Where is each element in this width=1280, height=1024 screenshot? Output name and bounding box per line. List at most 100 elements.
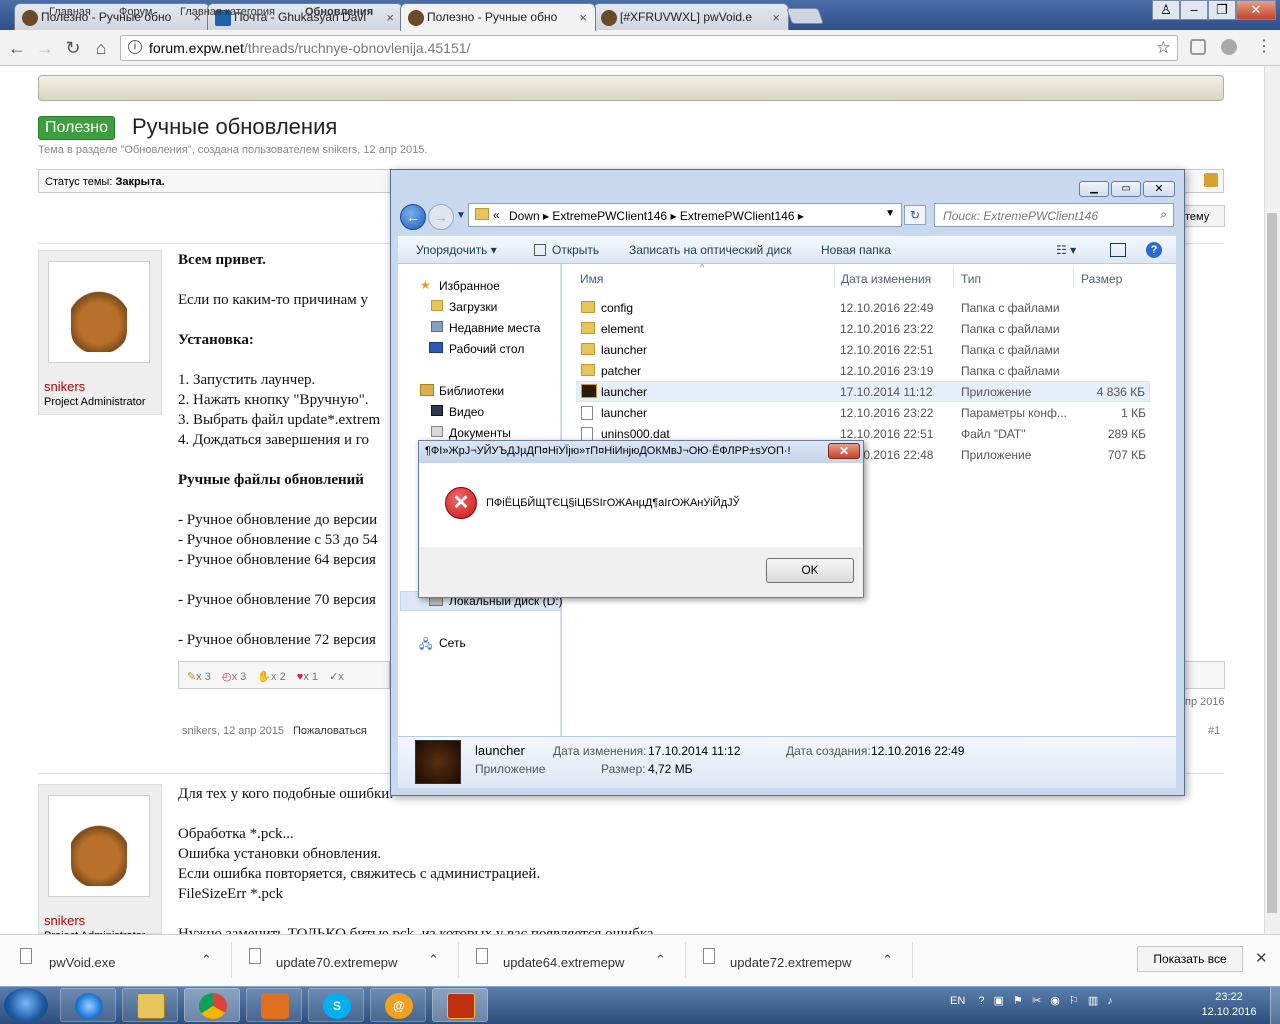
nav-favorites[interactable]: Избранное	[439, 279, 500, 293]
avatar[interactable]	[48, 261, 150, 363]
taskbar-media[interactable]	[246, 988, 302, 1022]
breadcrumb-home[interactable]: Главная	[49, 6, 91, 18]
minimize-icon[interactable]: –	[1180, 0, 1208, 20]
chevron-up-icon[interactable]: ⌃	[428, 952, 439, 968]
restore-icon[interactable]: ❐	[1208, 0, 1236, 20]
refresh-icon[interactable]: ↻	[904, 205, 926, 225]
post-link[interactable]: - Ручное обновление с 53 до 54	[178, 532, 377, 549]
taskbar-explorer[interactable]	[122, 988, 178, 1022]
post-link[interactable]: - Ручное обновление 70 версия	[178, 592, 376, 609]
chevron-right-icon[interactable]: ▸	[540, 209, 553, 223]
post-link[interactable]: - Ручное обновление до версии	[178, 512, 377, 529]
breadcrumb-category[interactable]: Главная категория	[180, 6, 275, 18]
network-icon[interactable]: ▥	[1088, 995, 1098, 1007]
home-icon[interactable]: ⌂	[90, 38, 112, 58]
flag-icon[interactable]: ⚑	[1013, 995, 1023, 1007]
path-segment[interactable]: ExtremePWClient146	[552, 209, 667, 223]
explorer-address-bar[interactable]: « Down ▸ ExtremePWClient146 ▸ ExtremePWC…	[468, 203, 902, 227]
taskbar-skype[interactable]: S	[308, 988, 364, 1022]
close-shelf-icon[interactable]: ✕	[1255, 949, 1268, 967]
nav-downloads[interactable]: Загрузки	[449, 300, 497, 314]
nav-network[interactable]: Сеть	[439, 636, 466, 650]
nav-video[interactable]: Видео	[449, 405, 484, 419]
file-row[interactable]: launcher 12.10.2016 23:22 Параметры конф..…	[576, 403, 1150, 424]
view-options-icon[interactable]: ☷ ▾	[1056, 243, 1076, 257]
report-link[interactable]: Пожаловаться	[293, 725, 367, 737]
tray-action-center-icon[interactable]: ⚐	[1069, 995, 1079, 1007]
file-row[interactable]: launcher 12.10.2016 22:51 Папка с файлами	[576, 340, 1150, 361]
column-date[interactable]: Дата изменения	[841, 272, 931, 286]
taskbar-ie[interactable]	[60, 988, 116, 1022]
browser-tray-icon[interactable]: ◉	[1050, 995, 1060, 1007]
download-item[interactable]: pwVoid.exe ⌃	[20, 944, 220, 976]
column-type[interactable]: Тип	[961, 272, 981, 286]
file-row[interactable]: config 12.10.2016 22:49 Папка с файлами	[576, 298, 1150, 319]
column-size[interactable]: Размер	[1081, 272, 1122, 286]
tab-ticket[interactable]: [#XFRUVWXL] pwVoid.e ×	[593, 3, 789, 30]
close-window-icon[interactable]: ✕	[1236, 0, 1276, 20]
nav-desktop[interactable]: Рабочий стол	[449, 342, 524, 356]
nav-documents[interactable]: Документы	[449, 426, 511, 440]
breadcrumb-current[interactable]: Обновления	[305, 6, 373, 18]
download-item[interactable]: update70.extremepw ⌃	[249, 944, 449, 976]
post-link[interactable]: - Ручное обновление 64 версия	[178, 552, 376, 569]
user-icon[interactable]: ♙	[1152, 0, 1180, 20]
download-item[interactable]: update72.extremepw ⌃	[703, 944, 903, 976]
clock[interactable]: 23:22 12.10.2016	[1190, 990, 1268, 1020]
show-desktop-button[interactable]	[1270, 987, 1280, 1024]
tab-forum-active[interactable]: Полезно - Ручные обно ×	[400, 3, 596, 31]
minimize-icon[interactable]: ▁	[1079, 181, 1109, 197]
organize-menu[interactable]: Упорядочить ▾	[416, 243, 497, 257]
close-icon[interactable]: ✕	[1143, 181, 1175, 197]
ok-button[interactable]: OK	[766, 558, 854, 583]
forward-icon[interactable]: →	[34, 38, 56, 58]
chevron-down-icon[interactable]: ▼	[885, 208, 895, 219]
download-item[interactable]: update64.extremepw ⌃	[476, 944, 676, 976]
extension-icon[interactable]	[1190, 39, 1206, 55]
reload-icon[interactable]: ↻	[62, 38, 84, 58]
help-icon[interactable]: ?	[978, 995, 984, 1007]
scrollbar-thumb[interactable]	[1267, 213, 1277, 913]
extension-icon-2[interactable]	[1221, 39, 1237, 55]
back-icon[interactable]: ←	[400, 204, 426, 230]
breadcrumb-forum[interactable]: Форум	[119, 6, 152, 18]
new-tab-button[interactable]	[786, 8, 824, 24]
back-icon[interactable]: ←	[6, 38, 28, 58]
info-icon[interactable]: i	[128, 40, 142, 54]
thread-prefix-badge[interactable]: Полезно	[38, 116, 115, 140]
chevron-right-icon[interactable]: ▸	[795, 209, 804, 223]
menu-icon[interactable]: ⋮	[1256, 36, 1272, 56]
chevron-up-icon[interactable]: ⌃	[882, 952, 893, 968]
tools-icon[interactable]: ✂	[1032, 995, 1041, 1007]
maximize-icon[interactable]: ▭	[1111, 181, 1141, 197]
post-link[interactable]: - Ручное обновление 72 версия	[178, 632, 376, 649]
close-tab-icon[interactable]: ×	[386, 10, 394, 25]
show-all-downloads-button[interactable]: Показать все	[1137, 946, 1243, 972]
chevron-right-icon[interactable]: ▸	[667, 209, 680, 223]
taskbar-mail[interactable]: @	[370, 988, 426, 1022]
search-icon[interactable]: ⌕	[1160, 207, 1167, 222]
close-tab-icon[interactable]: ×	[579, 10, 587, 25]
file-row-selected[interactable]: launcher 17.10.2014 11:12 Приложение 4 836 …	[576, 381, 1150, 402]
address-bar[interactable]: i forum.expw.net/threads/ruchnye-obnovle…	[120, 35, 1178, 61]
author-name[interactable]: snikers	[44, 379, 85, 394]
post-meta[interactable]: snikers, 12 апр 2015	[182, 725, 284, 737]
chevron-up-icon[interactable]: ⌃	[201, 952, 212, 968]
author-name[interactable]: snikers	[44, 913, 85, 928]
new-folder-button[interactable]: Новая папка	[821, 243, 891, 257]
preview-pane-icon[interactable]	[1110, 243, 1126, 257]
path-segment[interactable]: ExtremePWClient146	[680, 209, 795, 223]
nav-recent[interactable]: Недавние места	[449, 321, 540, 335]
help-icon[interactable]: ?	[1146, 242, 1162, 258]
taskbar-chrome[interactable]	[184, 988, 240, 1022]
avatar[interactable]	[48, 795, 150, 897]
path-segment[interactable]: Down	[509, 209, 540, 223]
language-indicator[interactable]: EN	[950, 995, 965, 1007]
volume-icon[interactable]: ♪	[1107, 995, 1113, 1007]
bookmark-star-icon[interactable]: ☆	[1156, 38, 1171, 58]
explorer-search-input[interactable]: Поиск: ExtremePWClient146 ⌕	[934, 203, 1174, 227]
forward-icon[interactable]: →	[428, 204, 454, 230]
recent-pages-icon[interactable]: ▼	[456, 210, 466, 221]
burn-button[interactable]: Записать на оптический диск	[629, 243, 792, 257]
file-row[interactable]: element 12.10.2016 23:22 Папка с файлами	[576, 319, 1150, 340]
